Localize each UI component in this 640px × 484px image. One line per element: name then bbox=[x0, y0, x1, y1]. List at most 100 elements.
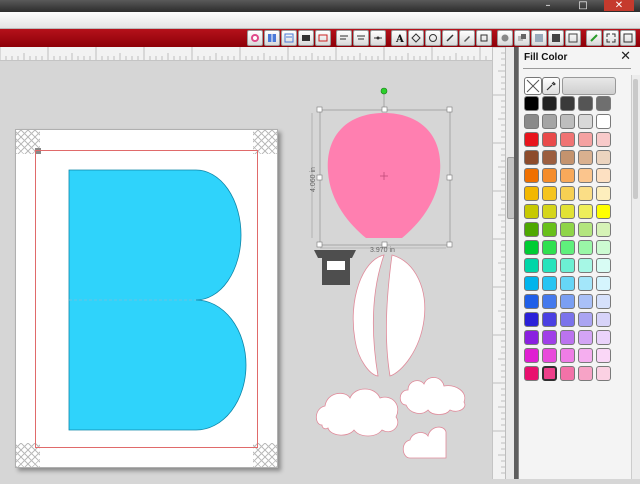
color-swatch[interactable] bbox=[596, 186, 611, 201]
fullscreen-button[interactable] bbox=[603, 30, 619, 46]
cloud-shape[interactable] bbox=[315, 388, 399, 437]
ungroup-button[interactable] bbox=[531, 30, 547, 46]
color-swatch[interactable] bbox=[578, 186, 593, 201]
close-window-button[interactable]: ✕ bbox=[604, 0, 634, 11]
color-swatch[interactable] bbox=[596, 204, 611, 219]
vertical-ruler[interactable] bbox=[492, 46, 505, 479]
color-swatch[interactable] bbox=[542, 150, 557, 165]
distribute-button[interactable] bbox=[370, 30, 386, 46]
color-swatch[interactable] bbox=[560, 204, 575, 219]
color-swatch[interactable] bbox=[560, 240, 575, 255]
cloud-shape[interactable] bbox=[402, 426, 447, 459]
knife-button[interactable] bbox=[459, 30, 475, 46]
color-swatch[interactable] bbox=[560, 132, 575, 147]
color-swatch[interactable] bbox=[596, 330, 611, 345]
color-swatch[interactable] bbox=[542, 330, 557, 345]
no-color-swatch[interactable] bbox=[524, 77, 542, 95]
color-swatch[interactable] bbox=[524, 240, 539, 255]
color-swatch[interactable] bbox=[596, 96, 611, 111]
color-swatch[interactable] bbox=[596, 150, 611, 165]
text-tool-button[interactable]: A bbox=[391, 30, 407, 46]
mat-button[interactable] bbox=[298, 30, 314, 46]
color-swatch[interactable] bbox=[542, 132, 557, 147]
color-swatch[interactable] bbox=[524, 366, 539, 381]
resize-handle-n[interactable] bbox=[381, 106, 388, 113]
pencil-button[interactable] bbox=[586, 30, 602, 46]
color-swatch[interactable] bbox=[560, 96, 575, 111]
color-swatch[interactable] bbox=[524, 222, 539, 237]
color-swatch[interactable] bbox=[560, 186, 575, 201]
balloon-strip-left[interactable] bbox=[352, 254, 385, 377]
color-swatch[interactable] bbox=[560, 168, 575, 183]
close-icon[interactable]: ✕ bbox=[620, 49, 631, 64]
color-swatch[interactable] bbox=[542, 348, 557, 363]
color-swatch[interactable] bbox=[578, 204, 593, 219]
color-swatch[interactable] bbox=[578, 132, 593, 147]
color-swatch[interactable] bbox=[524, 186, 539, 201]
color-swatch[interactable] bbox=[578, 240, 593, 255]
view-list-button[interactable] bbox=[281, 30, 297, 46]
color-swatch[interactable] bbox=[578, 276, 593, 291]
color-swatch[interactable] bbox=[542, 312, 557, 327]
color-swatch[interactable] bbox=[524, 96, 539, 111]
color-swatch[interactable] bbox=[542, 168, 557, 183]
resize-handle-ne[interactable] bbox=[446, 106, 453, 113]
color-swatch[interactable] bbox=[560, 150, 575, 165]
color-swatch[interactable] bbox=[578, 330, 593, 345]
shadow-button[interactable] bbox=[497, 30, 513, 46]
color-swatch[interactable] bbox=[524, 348, 539, 363]
color-swatch[interactable] bbox=[560, 114, 575, 129]
color-swatch[interactable] bbox=[578, 150, 593, 165]
color-swatch[interactable] bbox=[524, 168, 539, 183]
color-swatch[interactable] bbox=[524, 330, 539, 345]
color-wheel-button[interactable] bbox=[247, 30, 263, 46]
rotate-handle[interactable] bbox=[380, 87, 388, 95]
cloud-shape[interactable] bbox=[399, 377, 466, 415]
color-swatch[interactable] bbox=[596, 132, 611, 147]
panel-scrollbar[interactable] bbox=[631, 75, 640, 479]
color-swatch[interactable] bbox=[578, 96, 593, 111]
color-swatch[interactable] bbox=[578, 222, 593, 237]
current-color-swatch[interactable] bbox=[562, 77, 616, 95]
weld-button[interactable] bbox=[476, 30, 492, 46]
color-swatch[interactable] bbox=[596, 312, 611, 327]
resize-handle-sw[interactable] bbox=[316, 241, 323, 248]
color-swatch[interactable] bbox=[560, 222, 575, 237]
color-swatch[interactable] bbox=[524, 276, 539, 291]
color-swatch[interactable] bbox=[524, 258, 539, 273]
color-swatch[interactable] bbox=[596, 276, 611, 291]
align-center-button[interactable] bbox=[353, 30, 369, 46]
color-swatch[interactable] bbox=[596, 366, 611, 381]
color-swatch[interactable] bbox=[542, 222, 557, 237]
color-swatch[interactable] bbox=[578, 348, 593, 363]
node-edit-button[interactable] bbox=[408, 30, 424, 46]
panel-scroll-thumb[interactable] bbox=[633, 79, 638, 199]
color-swatch[interactable] bbox=[542, 204, 557, 219]
color-swatch[interactable] bbox=[560, 258, 575, 273]
color-swatch[interactable] bbox=[542, 294, 557, 309]
color-swatch[interactable] bbox=[560, 348, 575, 363]
color-swatch[interactable] bbox=[596, 222, 611, 237]
stroke-button[interactable] bbox=[565, 30, 581, 46]
color-swatch[interactable] bbox=[596, 114, 611, 129]
group-button[interactable] bbox=[514, 30, 530, 46]
eyedropper-button[interactable] bbox=[542, 77, 560, 95]
color-swatch[interactable] bbox=[542, 114, 557, 129]
color-swatch[interactable] bbox=[524, 150, 539, 165]
color-swatch[interactable] bbox=[596, 240, 611, 255]
layer-button[interactable] bbox=[315, 30, 331, 46]
cutting-mat[interactable] bbox=[15, 129, 278, 468]
color-swatch[interactable] bbox=[542, 240, 557, 255]
resize-handle-w[interactable] bbox=[316, 174, 323, 181]
horizontal-ruler[interactable] bbox=[0, 47, 492, 61]
fill-button[interactable] bbox=[548, 30, 564, 46]
minimize-button[interactable]: – bbox=[540, 0, 556, 11]
color-swatch[interactable] bbox=[560, 366, 575, 381]
color-swatch[interactable] bbox=[560, 276, 575, 291]
color-swatch[interactable] bbox=[560, 330, 575, 345]
maximize-button[interactable]: □ bbox=[575, 0, 591, 11]
color-swatch[interactable] bbox=[578, 114, 593, 129]
color-swatch[interactable] bbox=[560, 294, 575, 309]
color-swatch[interactable] bbox=[542, 366, 557, 381]
view-grid-button[interactable] bbox=[264, 30, 280, 46]
